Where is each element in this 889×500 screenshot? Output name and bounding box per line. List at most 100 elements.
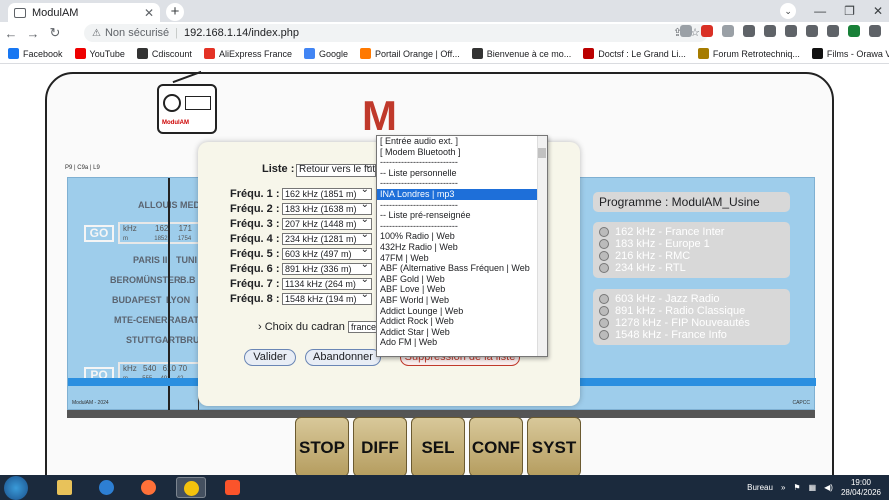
volume-icon[interactable]: ◀) — [824, 483, 833, 492]
globe-icon — [599, 227, 609, 237]
dropdown-option[interactable]: [ Entrée audio ext. ] — [377, 136, 537, 147]
bookmark-orawa[interactable]: Films - Orawa VOD — [811, 48, 889, 59]
freq-select-4[interactable]: 234 kHz (1281 m) — [282, 233, 372, 245]
programme-item[interactable]: 234 kHz - RTL — [599, 262, 784, 274]
programme-item[interactable]: 1278 kHz - FIP Nouveautés — [599, 317, 784, 329]
minimize-icon[interactable]: — — [814, 4, 826, 18]
programme-item[interactable]: 183 kHz - Europe 1 — [599, 238, 784, 250]
globe-icon — [599, 294, 609, 304]
firefox-icon — [141, 480, 156, 495]
bookmark-bienvenue[interactable]: Bienvenue à ce mo... — [471, 48, 571, 59]
dropdown-scrollbar[interactable] — [537, 136, 547, 356]
globe-icon — [599, 318, 609, 328]
liste-label: Liste : — [262, 163, 295, 175]
station-label: PARIS II — [133, 255, 168, 265]
freq-select-6[interactable]: 891 kHz (336 m) — [282, 263, 372, 275]
page-viewport: ModulAM M P9 | C9a | L9 ALLOUIS MED GO k… — [0, 65, 889, 475]
menu-dots-icon[interactable] — [869, 25, 881, 37]
extensions — [680, 25, 881, 37]
maximize-icon[interactable]: ❐ — [844, 4, 855, 18]
dial-needle[interactable] — [168, 178, 170, 411]
extension-icon[interactable] — [722, 25, 734, 37]
network-icon[interactable]: ▦ — [809, 483, 817, 492]
bookmark-youtube[interactable]: YouTube — [74, 48, 125, 59]
programme-item[interactable]: 891 kHz - Radio Classique — [599, 305, 784, 317]
dropdown-option-selected[interactable]: INA Londres | mp3 — [377, 188, 537, 200]
dropdown-option[interactable]: Addict Rock | Web — [377, 316, 537, 327]
reload-icon[interactable]: ↻ — [44, 25, 66, 41]
dropdown-option[interactable]: [ Modem Bluetooth ] — [377, 147, 537, 158]
download-icon[interactable] — [827, 25, 839, 37]
dropdown-option[interactable]: ABF (Alternative Bass Fréquen | Web — [377, 263, 537, 274]
dropdown-option[interactable]: Addict Star | Web — [377, 327, 537, 338]
programme-item[interactable]: 216 kHz - RMC — [599, 250, 784, 262]
folder-icon — [57, 480, 72, 495]
close-window-icon[interactable]: ✕ — [873, 4, 883, 18]
cancel-button[interactable]: Abandonner — [305, 349, 381, 366]
dropdown-option[interactable]: ABF World | Web — [377, 295, 537, 306]
bookmark-retrotechnique[interactable]: Forum Retrotechniq... — [697, 48, 800, 59]
shield-icon[interactable] — [848, 25, 860, 37]
extension-icon[interactable] — [701, 25, 713, 37]
freq-select-8[interactable]: 1548 kHz (194 m) — [282, 293, 372, 305]
dropdown-option[interactable]: Ado FM | Web — [377, 337, 537, 348]
programme-item[interactable]: 603 kHz - Jazz Radio — [599, 293, 784, 305]
address-bar[interactable]: ⚠ Non sécurisé | 192.168.1.14/index.php … — [84, 24, 708, 42]
clock[interactable]: 19:00 28/04/2026 — [841, 478, 881, 498]
taskbar-firefox[interactable] — [134, 477, 164, 498]
taskbar-chrome[interactable] — [176, 477, 206, 498]
bookmark-orange[interactable]: Portail Orange | Off... — [360, 48, 460, 59]
freq-select-3[interactable]: 207 kHz (1448 m) — [282, 218, 372, 230]
extension-icon[interactable] — [764, 25, 776, 37]
start-button[interactable] — [4, 476, 28, 500]
bookmark-doctsf[interactable]: Doctsf : Le Grand Li... — [583, 48, 686, 59]
sidebar-icon[interactable] — [806, 25, 818, 37]
dropdown-option[interactable]: 432Hz Radio | Web — [377, 242, 537, 253]
bookmark-facebook[interactable]: Facebook — [8, 48, 63, 59]
taskbar-app[interactable] — [92, 477, 122, 498]
dropdown-option[interactable]: 47FM | Web — [377, 253, 537, 264]
station-dropdown-list[interactable]: [ Entrée audio ext. ] [ Modem Bluetooth … — [376, 135, 548, 357]
close-icon[interactable]: ✕ — [144, 6, 154, 20]
flag-icon[interactable]: ⚑ — [793, 483, 800, 492]
address-url: 192.168.1.14/index.php — [184, 27, 300, 39]
bookmark-aliexpress[interactable]: AliExpress France — [203, 48, 292, 59]
dropdown-option[interactable]: Addict Lounge | Web — [377, 306, 537, 317]
freq-select-5[interactable]: 603 kHz (497 m) — [282, 248, 372, 260]
desktop-label[interactable]: Bureau — [747, 483, 773, 492]
stop-key[interactable]: STOP — [295, 417, 349, 475]
dropdown-option[interactable]: 100% Radio | Web — [377, 231, 537, 242]
brave-icon — [225, 480, 240, 495]
syst-key[interactable]: SYST — [527, 417, 581, 475]
diff-key[interactable]: DIFF — [353, 417, 407, 475]
sel-key[interactable]: SEL — [411, 417, 465, 475]
extension-icon[interactable] — [743, 25, 755, 37]
taskbar-explorer[interactable] — [50, 477, 80, 498]
new-tab-button[interactable]: + — [166, 3, 184, 21]
dropdown-option[interactable]: ABF Love | Web — [377, 284, 537, 295]
taskbar-brave[interactable] — [218, 477, 248, 498]
back-icon[interactable]: ← — [0, 26, 22, 41]
bookmark-cdiscount[interactable]: Cdiscount — [136, 48, 192, 59]
freq-select-7[interactable]: 1134 kHz (264 m) — [282, 278, 372, 290]
programme-group-1: 162 kHz - France Inter 183 kHz - Europe … — [593, 222, 790, 278]
chrome-icon — [184, 481, 199, 496]
dropdown-option[interactable]: ABF Gold | Web — [377, 274, 537, 285]
validate-button[interactable]: Valider — [244, 349, 296, 366]
conf-key[interactable]: CONF — [469, 417, 523, 475]
warning-icon[interactable]: ⚠ — [92, 28, 101, 39]
scrollbar-thumb[interactable] — [538, 148, 546, 158]
freq-select-2[interactable]: 183 kHz (1638 m) — [282, 203, 372, 215]
bookmark-google[interactable]: Google — [303, 48, 348, 59]
freq-select-1[interactable]: 162 kHz (1851 m) — [282, 188, 372, 200]
programme-item[interactable]: 162 kHz - France Inter — [599, 226, 784, 238]
programme-group-2: 603 kHz - Jazz Radio 891 kHz - Radio Cla… — [593, 289, 790, 345]
puzzle-icon[interactable] — [785, 25, 797, 37]
chevron-down-icon[interactable]: ⌄ — [780, 3, 797, 19]
browser-tab[interactable]: ModulAM ✕ — [8, 3, 160, 22]
forward-icon[interactable]: → — [22, 26, 44, 41]
chevron-up-icon[interactable]: » — [781, 483, 785, 492]
extension-icon[interactable] — [680, 25, 692, 37]
programme-item[interactable]: 1548 kHz - France Info — [599, 329, 784, 341]
liste-select[interactable]: Retour vers le futur — [296, 164, 376, 177]
